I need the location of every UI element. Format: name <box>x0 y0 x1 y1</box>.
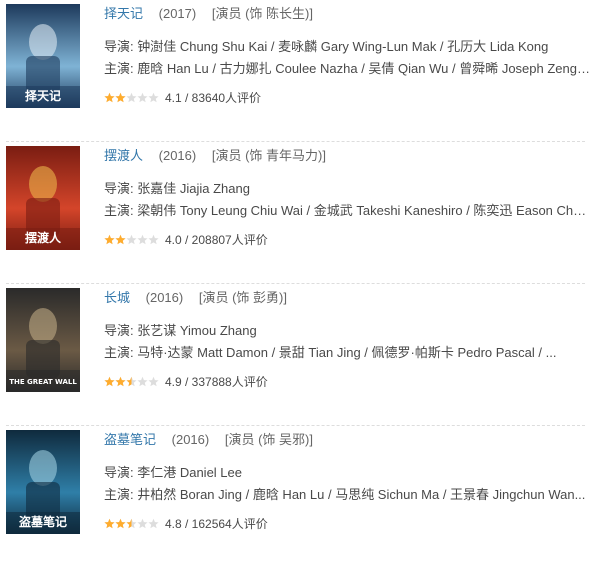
movie-poster[interactable]: 择天记 <box>6 4 80 108</box>
rating-stars-icon <box>104 518 159 529</box>
movie-poster[interactable]: 摆渡人 <box>6 146 80 250</box>
movie-year: (2017) <box>158 6 197 21</box>
movie-year: (2016) <box>145 290 184 305</box>
movie-rating: 4.9 / 337888人评价 <box>104 375 268 389</box>
movie-poster[interactable]: THE GREAT WALL <box>6 288 80 392</box>
list-item: 摆渡人 摆渡人 (2016) [演员 (饰 青年马力)] 导演: 张嘉佳 Jia… <box>0 142 591 284</box>
svg-text:THE GREAT WALL: THE GREAT WALL <box>9 378 77 386</box>
poster-image: 摆渡人 <box>6 146 80 250</box>
list-item: 择天记 择天记 (2017) [演员 (饰 陈长生)] 导演: 钟澍佳 Chun… <box>0 0 591 142</box>
rating-text: 4.8 / 162564人评价 <box>165 517 268 531</box>
movie-title-link[interactable]: 择天记 <box>104 6 143 21</box>
svg-text:择天记: 择天记 <box>25 88 61 103</box>
movie-year: (2016) <box>158 148 197 163</box>
rating-stars-icon <box>104 92 159 103</box>
rating-text: 4.0 / 208807人评价 <box>165 233 268 247</box>
list-item: THE GREAT WALL 长城 (2016) [演员 (饰 彭勇)] 导演:… <box>0 284 591 426</box>
movie-director: 导演: 张嘉佳 Jiajia Zhang <box>104 181 250 196</box>
movie-cast: 主演: 井柏然 Boran Jing / 鹿晗 Han Lu / 马思纯 Sic… <box>104 487 586 502</box>
movie-director: 导演: 钟澍佳 Chung Shu Kai / 麦咏麟 Gary Wing-Lu… <box>104 39 549 54</box>
poster-image: 盗墓笔记 <box>6 430 80 534</box>
movie-role: [演员 (饰 陈长生)] <box>211 6 313 21</box>
movie-title-link[interactable]: 长城 <box>104 290 130 305</box>
movie-role: [演员 (饰 彭勇)] <box>198 290 287 305</box>
movie-cast: 主演: 梁朝伟 Tony Leung Chiu Wai / 金城武 Takesh… <box>104 203 591 218</box>
movie-director: 导演: 李仁港 Daniel Lee <box>104 465 242 480</box>
movie-poster[interactable]: 盗墓笔记 <box>6 430 80 534</box>
movie-director: 导演: 张艺谋 Yimou Zhang <box>104 323 257 338</box>
rating-stars-icon <box>104 376 159 387</box>
movie-cast: 主演: 鹿晗 Han Lu / 古力娜扎 Coulee Nazha / 吴倩 Q… <box>104 61 591 76</box>
movie-rating: 4.0 / 208807人评价 <box>104 233 268 247</box>
rating-stars-icon <box>104 234 159 245</box>
movie-rating: 4.1 / 83640人评价 <box>104 91 261 105</box>
movie-cast: 主演: 马特·达蒙 Matt Damon / 景甜 Tian Jing / 佩德… <box>104 345 557 360</box>
movie-role: [演员 (饰 吴邪)] <box>224 432 313 447</box>
movie-year: (2016) <box>171 432 210 447</box>
list-item: 盗墓笔记 盗墓笔记 (2016) [演员 (饰 吴邪)] 导演: 李仁港 Dan… <box>0 426 591 568</box>
poster-image: 择天记 <box>6 4 80 108</box>
svg-text:摆渡人: 摆渡人 <box>25 230 62 245</box>
movie-role: [演员 (饰 青年马力)] <box>211 148 326 163</box>
movie-title-link[interactable]: 盗墓笔记 <box>104 432 156 447</box>
rating-text: 4.1 / 83640人评价 <box>165 91 262 105</box>
movie-rating: 4.8 / 162564人评价 <box>104 517 268 531</box>
svg-text:盗墓笔记: 盗墓笔记 <box>19 514 67 529</box>
rating-text: 4.9 / 337888人评价 <box>165 375 268 389</box>
poster-image: THE GREAT WALL <box>6 288 80 392</box>
movie-title-link[interactable]: 摆渡人 <box>104 148 143 163</box>
